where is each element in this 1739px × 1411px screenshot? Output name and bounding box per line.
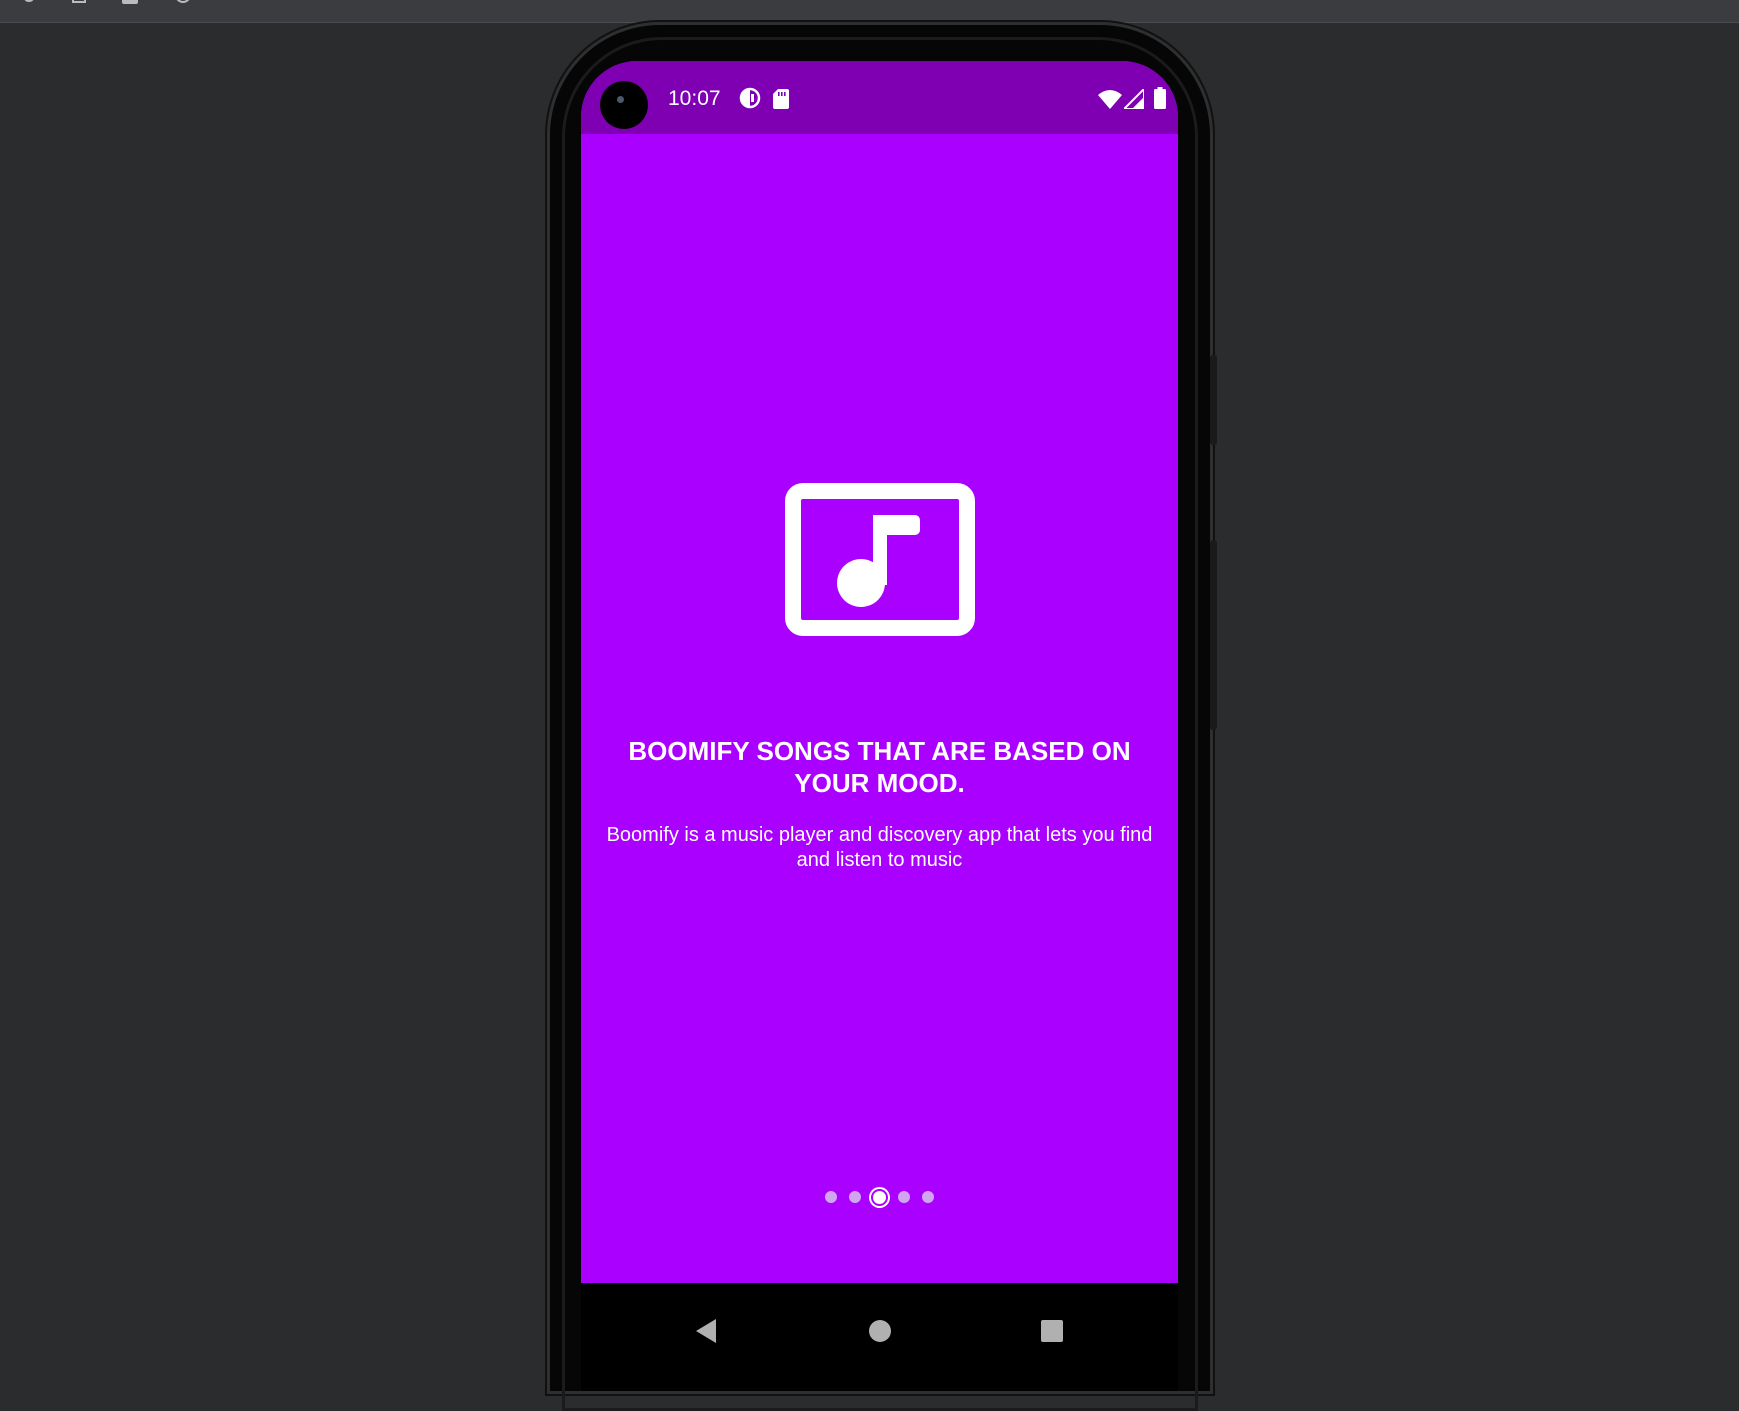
- run-icon[interactable]: [20, 0, 38, 6]
- cell-signal-icon: [1124, 89, 1144, 109]
- emulator-toolbar: [0, 0, 1739, 23]
- app-screen: 10:07 BOOMIFY SONGS THAT ARE BASED ON YO…: [581, 61, 1178, 1283]
- page-indicator-dot[interactable]: [898, 1191, 910, 1203]
- battery-icon: [1154, 87, 1166, 109]
- page-indicator-dot[interactable]: [825, 1191, 837, 1203]
- wifi-icon: [1098, 90, 1122, 109]
- navigation-bar: [581, 1283, 1178, 1391]
- back-icon[interactable]: [694, 1318, 718, 1344]
- status-time: 10:07: [668, 87, 721, 110]
- camera-icon[interactable]: [121, 0, 139, 6]
- front-camera: [600, 81, 648, 129]
- home-icon[interactable]: [868, 1318, 892, 1344]
- music-note-icon: [785, 483, 975, 636]
- rotate-icon[interactable]: [174, 0, 192, 6]
- onboarding-subtitle: Boomify is a music player and discovery …: [606, 824, 1153, 871]
- status-bar: 10:07: [581, 61, 1178, 134]
- recents-icon[interactable]: [1040, 1318, 1064, 1344]
- page-indicator-dot[interactable]: [922, 1191, 934, 1203]
- data-saver-icon: [739, 87, 761, 109]
- volume-button[interactable]: [1210, 355, 1217, 445]
- more-icon[interactable]: [230, 0, 248, 6]
- page-indicator-dot[interactable]: [849, 1191, 861, 1203]
- power-button[interactable]: [1210, 540, 1217, 730]
- page-indicator: [581, 1187, 1178, 1207]
- page-indicator-dot[interactable]: [873, 1190, 886, 1204]
- stop-icon[interactable]: [70, 0, 88, 6]
- onboarding-headline: BOOMIFY SONGS THAT ARE BASED ON YOUR MOO…: [628, 736, 1131, 798]
- sd-card-icon: [773, 89, 789, 109]
